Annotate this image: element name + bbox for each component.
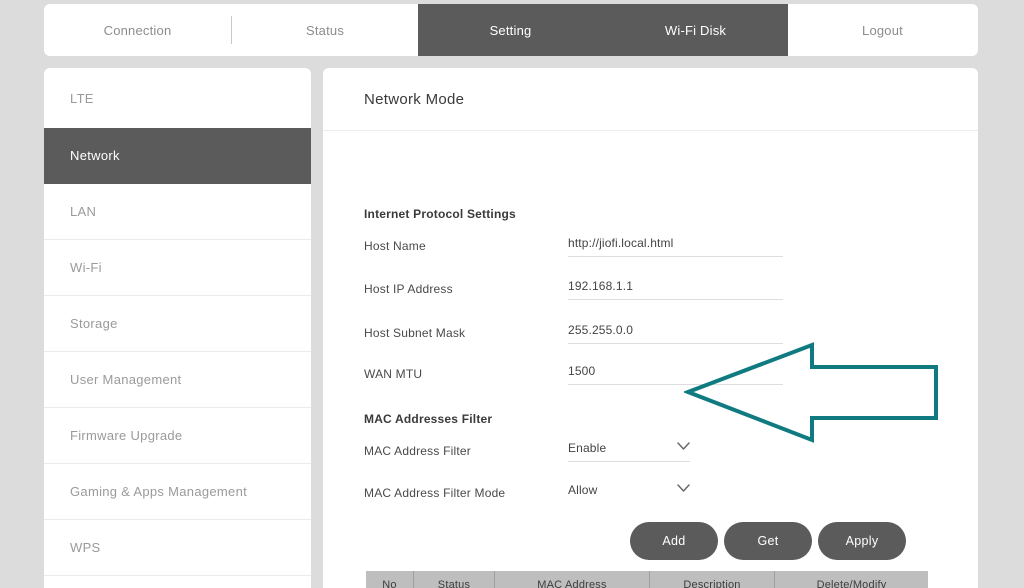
table-header-delete-modify: Delete/Modify xyxy=(774,571,928,588)
sidebar-item-label: Storage xyxy=(70,316,118,331)
label-mac-address-filter-mode: MAC Address Filter Mode xyxy=(364,486,506,500)
nav-tab-label: Status xyxy=(305,22,345,38)
nav-tab-wifi-disk[interactable]: Wi-Fi Disk xyxy=(603,4,788,56)
form-row-wan-mtu: WAN MTU 1500 xyxy=(364,364,924,386)
table-header-status: Status xyxy=(413,571,495,588)
sidebar-item-label: Firmware Upgrade xyxy=(70,428,183,443)
form-row-host-subnet-mask: Host Subnet Mask 255.255.0.0 xyxy=(364,323,924,345)
apply-button-label: Apply xyxy=(845,534,879,548)
sidebar-item-user-management[interactable]: User Management xyxy=(44,352,311,408)
sidebar-item-network[interactable]: Network xyxy=(44,128,311,184)
chevron-down-icon xyxy=(677,484,690,493)
nav-tab-label: Setting xyxy=(489,22,532,38)
sidebar-item-lan[interactable]: LAN xyxy=(44,184,311,240)
label-host-subnet-mask: Host Subnet Mask xyxy=(364,326,466,340)
host-subnet-mask-input[interactable]: 255.255.0.0 xyxy=(568,323,783,344)
nav-tab-label: Logout xyxy=(862,22,903,38)
table-header-description: Description xyxy=(649,571,775,588)
chevron-down-icon xyxy=(677,442,690,451)
sidebar-item-lte[interactable]: LTE xyxy=(44,68,311,128)
host-name-input[interactable]: http://jiofi.local.html xyxy=(568,236,783,257)
get-button[interactable]: Get xyxy=(724,522,812,560)
apply-button[interactable]: Apply xyxy=(818,522,906,560)
nav-tab-status[interactable]: Status xyxy=(232,4,418,56)
sidebar-item-label: WPS xyxy=(70,540,101,555)
form-row-mac-address-filter-mode: MAC Address Filter Mode Allow xyxy=(364,483,924,505)
label-mac-address-filter: MAC Address Filter xyxy=(364,444,471,458)
get-button-label: Get xyxy=(757,534,779,548)
sidebar-item-label: Gaming & Apps Management xyxy=(70,484,248,499)
table-header-no: No xyxy=(366,571,414,588)
add-button-label: Add xyxy=(662,534,686,548)
form-row-host-ip-address: Host IP Address 192.168.1.1 xyxy=(364,279,924,301)
sidebar-item-label: LAN xyxy=(70,204,97,219)
table-header-mac-address: MAC Address xyxy=(494,571,650,588)
sidebar-item-label: Wi-Fi xyxy=(70,260,102,275)
sidebar-item-label: Network xyxy=(70,148,120,163)
nav-tab-connection[interactable]: Connection xyxy=(44,4,231,56)
wan-mtu-input[interactable]: 1500 xyxy=(568,364,783,385)
host-name-value: http://jiofi.local.html xyxy=(568,236,674,250)
sidebar-item-firmware-upgrade[interactable]: Firmware Upgrade xyxy=(44,408,311,464)
panel-header: Network Mode xyxy=(323,68,978,131)
sidebar-item-label: LTE xyxy=(70,90,94,106)
add-button[interactable]: Add xyxy=(630,522,718,560)
label-host-name: Host Name xyxy=(364,239,426,253)
label-wan-mtu: WAN MTU xyxy=(364,367,423,381)
section-heading-internet-protocol: Internet Protocol Settings xyxy=(364,207,516,221)
label-host-ip-address: Host IP Address xyxy=(364,282,453,296)
form-row-mac-address-filter: MAC Address Filter Enable xyxy=(364,441,924,463)
nav-tab-setting[interactable]: Setting xyxy=(418,4,603,56)
mac-address-filter-value: Enable xyxy=(568,441,607,455)
sidebar-item-wps[interactable]: WPS xyxy=(44,520,311,576)
nav-tab-label: Connection xyxy=(103,22,172,38)
sidebar-menu: LTE Network LAN Wi-Fi Storage User Manag… xyxy=(44,68,311,588)
sidebar-item-label: User Management xyxy=(70,372,182,387)
host-subnet-mask-value: 255.255.0.0 xyxy=(568,323,634,337)
form-row-host-name: Host Name http://jiofi.local.html xyxy=(364,236,924,258)
main-content-panel: Network Mode Internet Protocol Settings … xyxy=(323,68,978,588)
table-header-row: No Status MAC Address Description Delete… xyxy=(366,571,928,588)
host-ip-address-input[interactable]: 192.168.1.1 xyxy=(568,279,783,300)
mac-address-filter-mode-select[interactable]: Allow xyxy=(568,483,690,503)
section-heading-mac-addresses-filter: MAC Addresses Filter xyxy=(364,412,493,426)
nav-tab-label: Wi-Fi Disk xyxy=(664,22,727,38)
mac-address-filter-select[interactable]: Enable xyxy=(568,441,690,462)
nav-tab-logout[interactable]: Logout xyxy=(788,4,977,56)
mac-filter-table: No Status MAC Address Description Delete… xyxy=(366,571,928,588)
wan-mtu-value: 1500 xyxy=(568,364,596,378)
sidebar-item-wifi[interactable]: Wi-Fi xyxy=(44,240,311,296)
page-title: Network Mode xyxy=(364,90,465,108)
mac-address-filter-mode-value: Allow xyxy=(568,483,598,497)
sidebar-item-storage[interactable]: Storage xyxy=(44,296,311,352)
sidebar-item-gaming-apps-management[interactable]: Gaming & Apps Management xyxy=(44,464,311,520)
top-navigation-bar: Connection Status Setting Wi-Fi Disk Log… xyxy=(44,4,978,56)
host-ip-address-value: 192.168.1.1 xyxy=(568,279,634,293)
